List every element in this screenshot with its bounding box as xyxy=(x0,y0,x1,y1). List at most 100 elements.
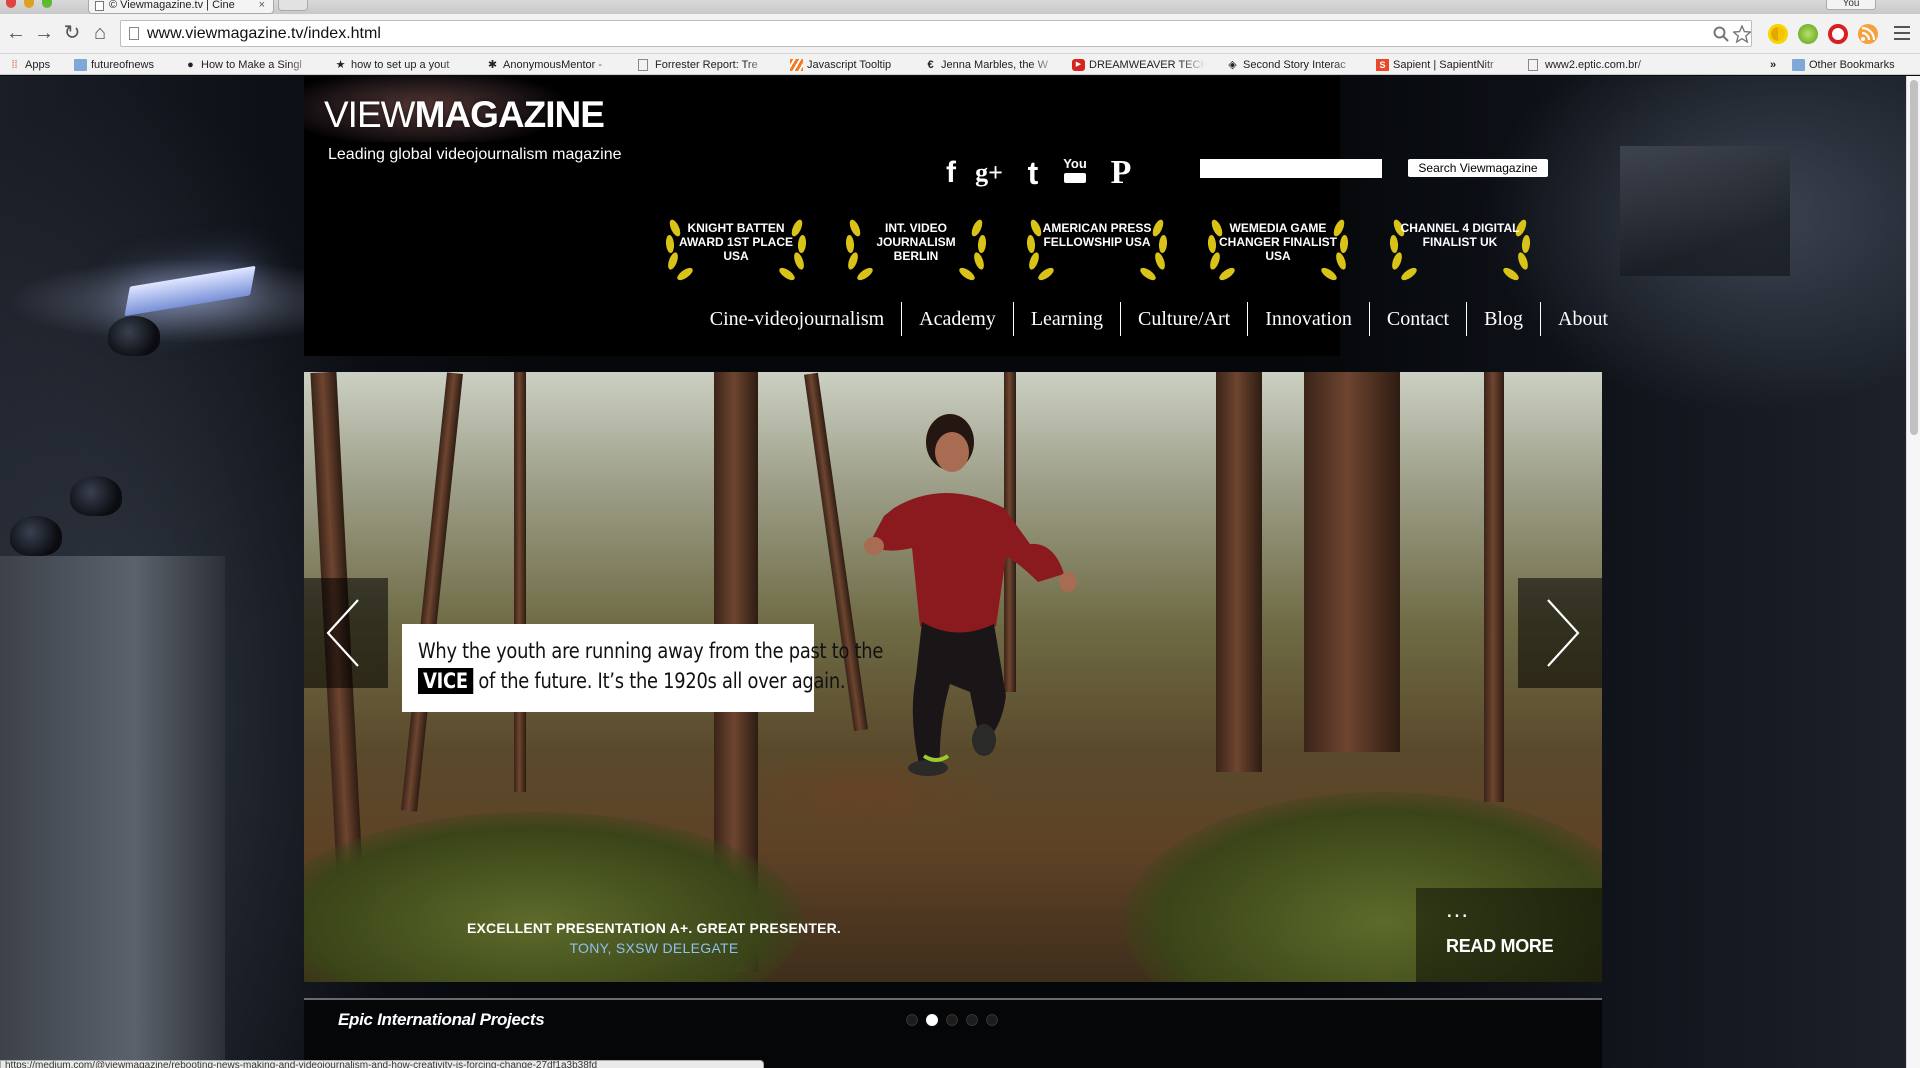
testimonial: EXCELLENT PRESENTATION A+. GREAT PRESENT… xyxy=(454,920,854,956)
studio-wall xyxy=(0,556,225,1068)
studio-light xyxy=(124,265,256,317)
zoom-icon[interactable] xyxy=(1713,26,1729,42)
bookmark-item[interactable]: ◈ Second Story Interac xyxy=(1226,57,1360,73)
cube-icon: ◈ xyxy=(1228,59,1237,71)
extension-red-icon[interactable] xyxy=(1828,24,1848,44)
award-label: CHANNEL 4 DIGITAL FINALIST UK xyxy=(1400,221,1520,249)
bookmark-item[interactable]: Javascript Tooltip xyxy=(790,57,910,73)
scrollbar-thumb[interactable] xyxy=(1910,80,1918,435)
slider-pagination xyxy=(906,1014,998,1026)
bookmark-item[interactable]: ▶ DREAMWEAVER TECH xyxy=(1072,57,1206,73)
youtube-icon: ▶ xyxy=(1072,59,1085,71)
reload-icon[interactable]: ↻ xyxy=(60,21,84,45)
google-plus-icon[interactable]: g+ xyxy=(972,156,1006,190)
extension-green-icon[interactable] xyxy=(1798,24,1818,44)
testimonial-quote: EXCELLENT PRESENTATION A+. GREAT PRESENT… xyxy=(466,920,842,936)
star-icon: ★ xyxy=(335,59,346,71)
folder-icon xyxy=(1792,59,1805,71)
tab-close-icon[interactable]: × xyxy=(259,0,265,11)
chevron-right-icon xyxy=(1547,599,1580,667)
running-person xyxy=(864,414,1077,776)
award-label: INT. VIDEO JOURNALISM BERLIN xyxy=(876,221,956,263)
twitter-icon[interactable]: t xyxy=(1016,156,1050,190)
search-input[interactable] xyxy=(1200,159,1382,178)
bookmark-item[interactable]: S Sapient | SapientNitr xyxy=(1376,57,1510,73)
award-laurel: KNIGHT BATTEN AWARD 1st PLACE USA xyxy=(661,214,811,282)
slider-dot[interactable] xyxy=(946,1014,958,1026)
bookmark-item[interactable]: Forrester Report: Tre xyxy=(638,57,772,73)
browser-tab[interactable]: © Viewmagazine.tv | Cine × xyxy=(88,0,274,14)
browser-tabstrip: © Viewmagazine.tv | Cine × You xyxy=(0,0,1920,14)
bookmark-star-icon[interactable] xyxy=(1733,25,1751,43)
tree-trunk xyxy=(1484,372,1504,802)
pinterest-icon[interactable]: P xyxy=(1104,156,1138,190)
new-tab-button[interactable] xyxy=(278,0,308,11)
page-scrollbar[interactable] xyxy=(1906,76,1920,1068)
slider-prev-button[interactable] xyxy=(304,578,388,688)
slider-dot[interactable] xyxy=(986,1014,998,1026)
bookmark-item[interactable]: € Jenna Marbles, the W xyxy=(924,57,1058,73)
home-icon[interactable]: ⌂ xyxy=(88,21,112,45)
award-label: KNIGHT BATTEN AWARD 1st PLACE USA xyxy=(678,221,793,263)
tab-title: © Viewmagazine.tv | Cine xyxy=(109,0,235,11)
slider-dot[interactable] xyxy=(906,1014,918,1026)
testimonial-author: TONY, SXSW DELEGATE xyxy=(569,940,739,956)
url-input[interactable] xyxy=(147,23,1647,44)
bookmark-item[interactable]: ● How to Make a Singl xyxy=(184,57,314,73)
page-viewport: VIEWMAGAZINE Leading global videojournal… xyxy=(0,76,1906,1068)
nav-learning[interactable]: Learning xyxy=(1012,302,1120,336)
bookmark-item[interactable]: www2.eptic.com.br/ xyxy=(1528,57,1662,73)
slider-dot[interactable] xyxy=(926,1014,938,1026)
award-label: WEMEDIA GAME CHANGER FINALIST USA xyxy=(1219,221,1337,263)
read-more-button[interactable]: ... READ MORE xyxy=(1416,888,1602,982)
projects-strip: Epic International Projects xyxy=(304,998,1602,1068)
slider-dot[interactable] xyxy=(966,1014,978,1026)
bookmark-item[interactable]: ⁞⁞ Apps xyxy=(8,57,68,73)
search-button[interactable]: Search Viewmagazine xyxy=(1408,159,1548,177)
extension-circle-icon[interactable] xyxy=(1768,24,1788,44)
bookmark-item[interactable]: ★ how to set up a yout xyxy=(334,57,468,73)
nav-cine-videojournalism[interactable]: Cine-videojournalism xyxy=(693,302,901,336)
back-arrow-icon[interactable]: ← xyxy=(4,21,28,45)
rss-icon[interactable] xyxy=(1858,24,1878,44)
vice-badge: VICE xyxy=(418,668,473,694)
ellipsis-icon: ... xyxy=(1446,896,1470,923)
nav-blog[interactable]: Blog xyxy=(1466,302,1540,336)
bookmark-item[interactable]: ✱ AnonymousMentor - xyxy=(486,57,620,73)
apps-grid-icon: ⁞⁞ xyxy=(11,59,18,71)
zoom-window-icon[interactable] xyxy=(42,0,52,8)
nav-innovation[interactable]: Innovation xyxy=(1247,302,1369,336)
tree-trunk xyxy=(514,372,526,792)
nav-culture-art[interactable]: Culture/Art xyxy=(1120,302,1247,336)
youtube-icon[interactable]: You xyxy=(1058,156,1092,190)
slider-next-button[interactable] xyxy=(1518,578,1602,688)
nav-contact[interactable]: Contact xyxy=(1368,302,1466,336)
site-logo[interactable]: VIEWMAGAZINE Leading global videojournal… xyxy=(304,76,630,166)
studio-spotlight xyxy=(108,316,160,356)
mentor-icon: ✱ xyxy=(487,59,498,71)
close-window-icon[interactable] xyxy=(6,0,16,8)
page-favicon-icon xyxy=(95,1,104,11)
profile-button[interactable]: You xyxy=(1826,0,1876,10)
award-laurel: INT. VIDEO JOURNALISM BERLIN xyxy=(841,214,991,282)
sapient-icon: S xyxy=(1376,59,1389,71)
hero-slider: Why the youth are running away from the … xyxy=(304,372,1602,982)
bookmarks-overflow-button[interactable]: » xyxy=(1770,57,1790,73)
address-bar[interactable] xyxy=(120,20,1752,47)
other-bookmarks-folder[interactable]: Other Bookmarks xyxy=(1792,57,1912,73)
studio-spotlight xyxy=(70,476,122,516)
tree-trunk xyxy=(401,372,463,812)
studio-spotlight xyxy=(10,516,62,556)
minimize-window-icon[interactable] xyxy=(24,0,34,8)
nav-about[interactable]: About xyxy=(1540,302,1608,336)
slide-caption-line-2: VICE of the future. It’s the 1920s all o… xyxy=(418,666,846,696)
chevron-left-icon xyxy=(326,599,359,667)
bookmark-item[interactable]: futureofnews xyxy=(74,57,174,73)
facebook-icon[interactable]: f xyxy=(934,156,968,190)
studio-rig xyxy=(1620,146,1790,276)
nav-academy[interactable]: Academy xyxy=(901,302,1013,336)
slide-caption[interactable]: Why the youth are running away from the … xyxy=(402,624,883,712)
forward-arrow-icon[interactable]: → xyxy=(32,21,56,45)
browser-menu-icon[interactable] xyxy=(1894,26,1910,40)
e-icon: € xyxy=(927,59,934,71)
